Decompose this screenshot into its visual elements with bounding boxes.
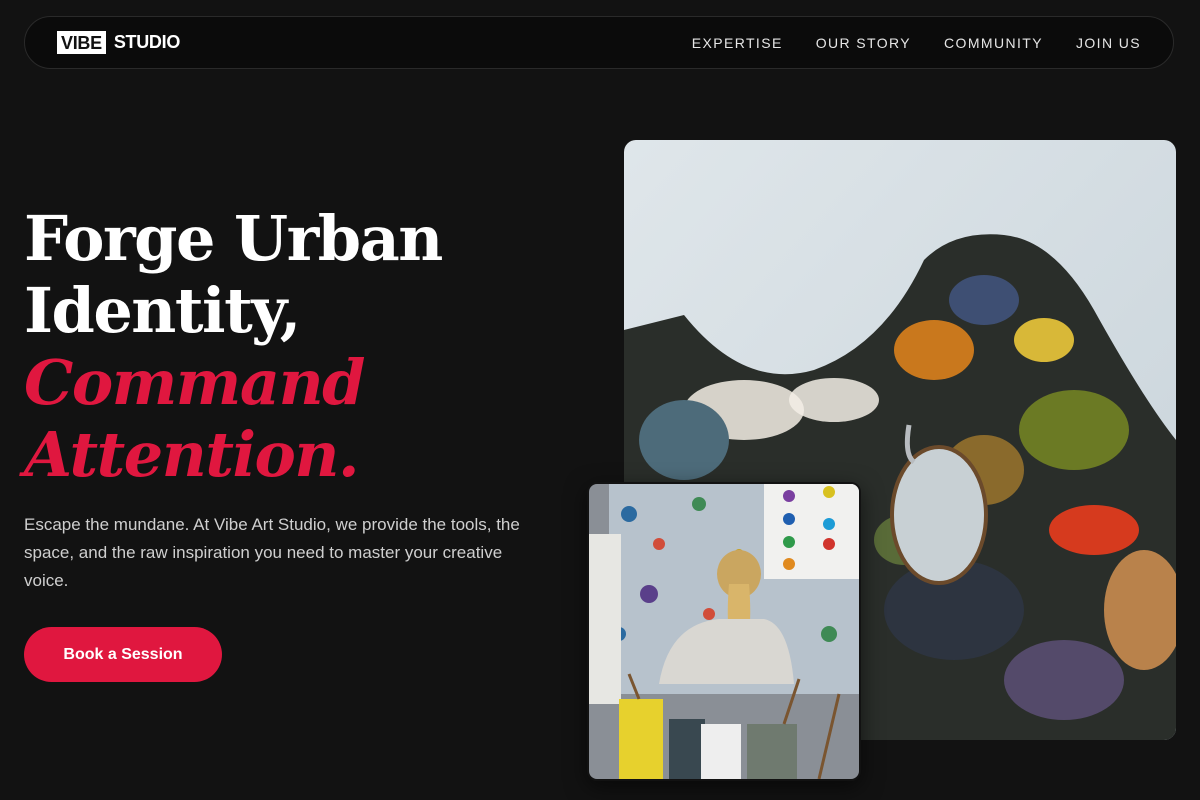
top-navbar: VIBE STUDIO EXPERTISE OUR STORY COMMUNIT… [24,16,1174,69]
brand-logo[interactable]: VIBE STUDIO [57,31,180,54]
nav-link-expertise[interactable]: EXPERTISE [692,35,783,51]
hero-description: Escape the mundane. At Vibe Art Studio, … [24,515,520,590]
headline-line-1: Forge Urban [24,202,443,275]
nav-link-community[interactable]: COMMUNITY [944,35,1043,51]
nav-link-join-us[interactable]: JOIN US [1076,35,1141,51]
hero-headline: Forge Urban Identity, Command Attention. [24,202,443,491]
child-painting-image [587,482,861,781]
nav-link-our-story[interactable]: OUR STORY [816,35,911,51]
main-menu: EXPERTISE OUR STORY COMMUNITY JOIN US [692,35,1141,51]
headline-line-2: Identity, [24,274,301,347]
book-session-button[interactable]: Book a Session [24,627,222,682]
headline-accent-line-2: Attention. [24,418,360,491]
headline-accent-line-1: Command [24,346,366,419]
logo-box-text: VIBE [57,31,106,54]
logo-text: STUDIO [113,32,181,52]
